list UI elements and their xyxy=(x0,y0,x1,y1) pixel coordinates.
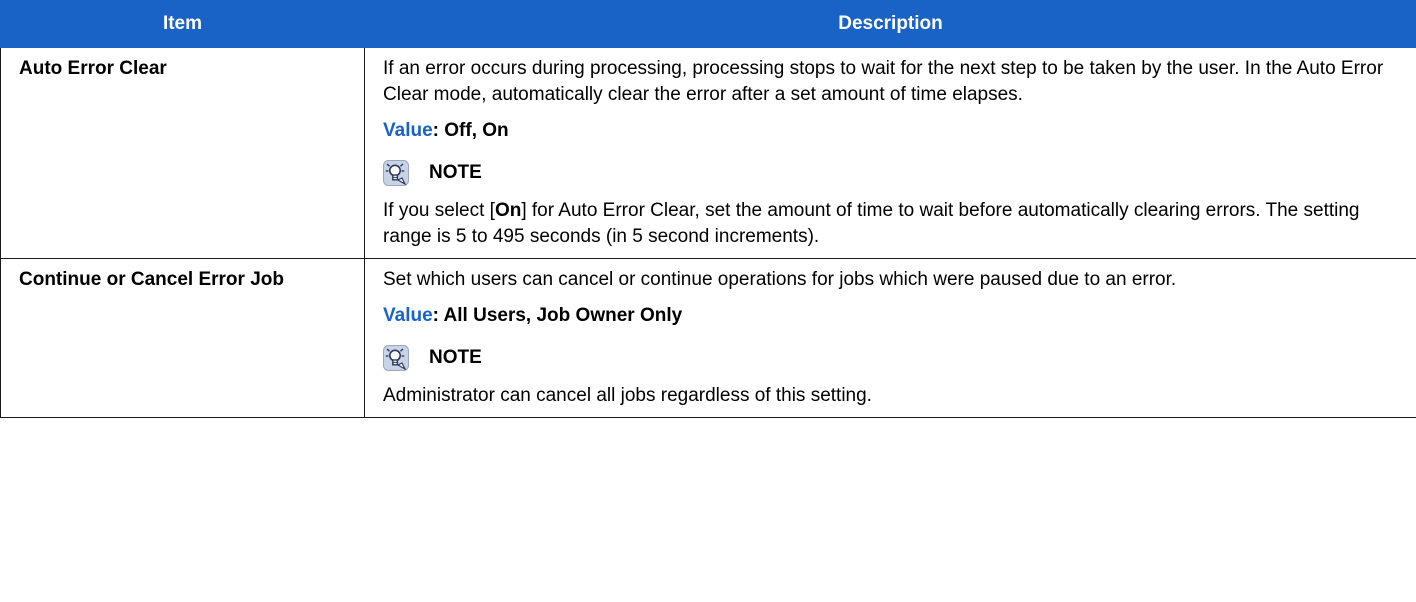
note-body: Administrator can cancel all jobs regard… xyxy=(383,385,872,406)
row-description: Set which users can cancel or continue o… xyxy=(364,258,1416,418)
row-item-auto-error-clear: Auto Error Clear xyxy=(0,47,365,259)
row-description: If an error occurs during processing, pr… xyxy=(364,47,1416,259)
description-paragraph: If an error occurs during processing, pr… xyxy=(383,58,1384,105)
note-text-after: ] for Auto Error Clear, set the amount o… xyxy=(383,200,1360,247)
table-header-row: Item Description xyxy=(0,0,1416,48)
value-label: Value xyxy=(383,305,433,326)
note-body: If you select [On] for Auto Error Clear,… xyxy=(383,198,1398,250)
description-paragraph: Set which users can cancel or continue o… xyxy=(383,269,1177,290)
header-description: Description xyxy=(364,0,1416,48)
row-item-continue-cancel: Continue or Cancel Error Job xyxy=(0,258,365,418)
value-label: Value xyxy=(383,120,433,141)
note-title: NOTE xyxy=(429,162,482,183)
note-bold-option: On xyxy=(494,200,522,221)
lightbulb-note-icon xyxy=(383,160,409,186)
table-row: Auto Error Clear If an error occurs duri… xyxy=(0,47,1416,259)
note-heading: NOTE xyxy=(383,343,1398,373)
settings-table: Item Description Auto Error Clear If an … xyxy=(0,0,1416,418)
value-options: : Off, On xyxy=(432,120,509,141)
value-line: Value: Off, On xyxy=(383,118,1398,144)
table-row: Continue or Cancel Error Job Set which u… xyxy=(0,258,1416,418)
lightbulb-note-icon xyxy=(383,345,409,371)
value-line: Value: All Users, Job Owner Only xyxy=(383,303,1398,329)
header-item: Item xyxy=(0,0,365,48)
note-text-before: If you select [ xyxy=(383,200,495,221)
value-options: : All Users, Job Owner Only xyxy=(432,305,683,326)
note-heading: NOTE xyxy=(383,158,1398,188)
note-title: NOTE xyxy=(429,347,482,368)
